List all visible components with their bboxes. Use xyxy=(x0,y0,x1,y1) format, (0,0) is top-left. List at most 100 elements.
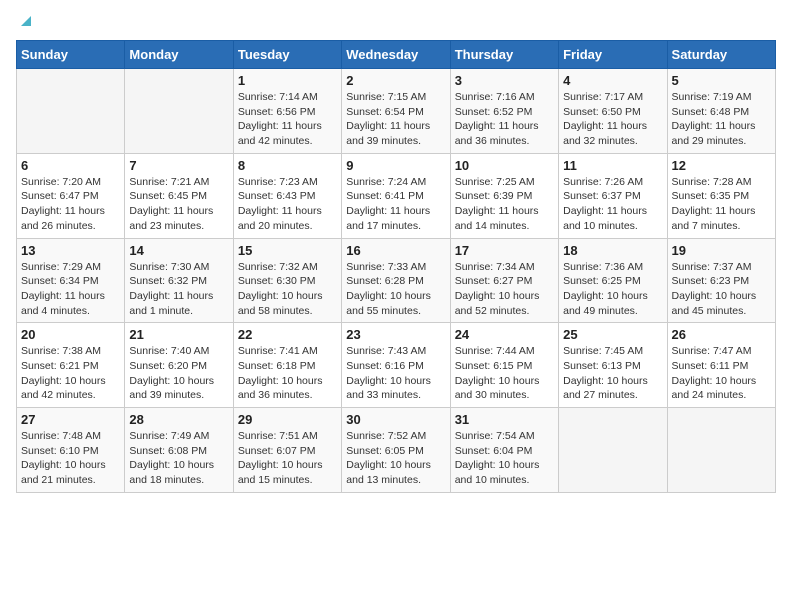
day-info: Sunrise: 7:21 AMSunset: 6:45 PMDaylight:… xyxy=(129,175,228,234)
day-number: 16 xyxy=(346,243,445,258)
day-info: Sunrise: 7:23 AMSunset: 6:43 PMDaylight:… xyxy=(238,175,337,234)
calendar-cell: 3 Sunrise: 7:16 AMSunset: 6:52 PMDaylight… xyxy=(450,69,558,154)
day-info: Sunrise: 7:47 AMSunset: 6:11 PMDaylight:… xyxy=(672,344,771,403)
day-info: Sunrise: 7:19 AMSunset: 6:48 PMDaylight:… xyxy=(672,90,771,149)
day-info: Sunrise: 7:17 AMSunset: 6:50 PMDaylight:… xyxy=(563,90,662,149)
calendar-cell: 9 Sunrise: 7:24 AMSunset: 6:41 PMDaylight… xyxy=(342,153,450,238)
day-info: Sunrise: 7:24 AMSunset: 6:41 PMDaylight:… xyxy=(346,175,445,234)
weekday-header: Wednesday xyxy=(342,41,450,69)
calendar-cell: 28 Sunrise: 7:49 AMSunset: 6:08 PMDayligh… xyxy=(125,408,233,493)
day-number: 7 xyxy=(129,158,228,173)
day-number: 13 xyxy=(21,243,120,258)
logo-triangle-icon xyxy=(17,12,33,28)
day-info: Sunrise: 7:32 AMSunset: 6:30 PMDaylight:… xyxy=(238,260,337,319)
day-info: Sunrise: 7:15 AMSunset: 6:54 PMDaylight:… xyxy=(346,90,445,149)
day-info: Sunrise: 7:29 AMSunset: 6:34 PMDaylight:… xyxy=(21,260,120,319)
day-number: 21 xyxy=(129,327,228,342)
day-info: Sunrise: 7:54 AMSunset: 6:04 PMDaylight:… xyxy=(455,429,554,488)
calendar-cell: 12 Sunrise: 7:28 AMSunset: 6:35 PMDayligh… xyxy=(667,153,775,238)
day-number: 22 xyxy=(238,327,337,342)
day-number: 28 xyxy=(129,412,228,427)
day-info: Sunrise: 7:45 AMSunset: 6:13 PMDaylight:… xyxy=(563,344,662,403)
day-number: 20 xyxy=(21,327,120,342)
day-info: Sunrise: 7:16 AMSunset: 6:52 PMDaylight:… xyxy=(455,90,554,149)
day-info: Sunrise: 7:36 AMSunset: 6:25 PMDaylight:… xyxy=(563,260,662,319)
day-number: 12 xyxy=(672,158,771,173)
calendar-cell: 7 Sunrise: 7:21 AMSunset: 6:45 PMDaylight… xyxy=(125,153,233,238)
calendar-cell: 11Sunrise: 7:26 AMSunset: 6:37 PMDayligh… xyxy=(559,153,667,238)
calendar-cell: 25 Sunrise: 7:45 AMSunset: 6:13 PMDayligh… xyxy=(559,323,667,408)
calendar-cell: 8Sunrise: 7:23 AMSunset: 6:43 PMDaylight… xyxy=(233,153,341,238)
day-number: 4 xyxy=(563,73,662,88)
calendar-cell xyxy=(559,408,667,493)
day-number: 26 xyxy=(672,327,771,342)
day-number: 9 xyxy=(346,158,445,173)
calendar-cell xyxy=(667,408,775,493)
calendar-cell: 30Sunrise: 7:52 AMSunset: 6:05 PMDayligh… xyxy=(342,408,450,493)
calendar-cell: 16 Sunrise: 7:33 AMSunset: 6:28 PMDayligh… xyxy=(342,238,450,323)
day-info: Sunrise: 7:49 AMSunset: 6:08 PMDaylight:… xyxy=(129,429,228,488)
day-number: 3 xyxy=(455,73,554,88)
day-number: 31 xyxy=(455,412,554,427)
weekday-header: Friday xyxy=(559,41,667,69)
day-info: Sunrise: 7:37 AMSunset: 6:23 PMDaylight:… xyxy=(672,260,771,319)
day-info: Sunrise: 7:33 AMSunset: 6:28 PMDaylight:… xyxy=(346,260,445,319)
calendar-cell: 14 Sunrise: 7:30 AMSunset: 6:32 PMDayligh… xyxy=(125,238,233,323)
calendar-cell: 23 Sunrise: 7:43 AMSunset: 6:16 PMDayligh… xyxy=(342,323,450,408)
day-number: 18 xyxy=(563,243,662,258)
weekday-header: Saturday xyxy=(667,41,775,69)
calendar-cell: 17 Sunrise: 7:34 AMSunset: 6:27 PMDayligh… xyxy=(450,238,558,323)
calendar-cell: 20 Sunrise: 7:38 AMSunset: 6:21 PMDayligh… xyxy=(17,323,125,408)
day-number: 17 xyxy=(455,243,554,258)
page-header xyxy=(16,16,776,28)
calendar-cell: 15 Sunrise: 7:32 AMSunset: 6:30 PMDayligh… xyxy=(233,238,341,323)
day-number: 5 xyxy=(672,73,771,88)
day-number: 24 xyxy=(455,327,554,342)
day-number: 6 xyxy=(21,158,120,173)
calendar-cell: 4 Sunrise: 7:17 AMSunset: 6:50 PMDaylight… xyxy=(559,69,667,154)
calendar-header: SundayMondayTuesdayWednesdayThursdayFrid… xyxy=(17,41,776,69)
day-info: Sunrise: 7:34 AMSunset: 6:27 PMDaylight:… xyxy=(455,260,554,319)
day-number: 25 xyxy=(563,327,662,342)
day-info: Sunrise: 7:28 AMSunset: 6:35 PMDaylight:… xyxy=(672,175,771,234)
weekday-header: Thursday xyxy=(450,41,558,69)
day-info: Sunrise: 7:20 AMSunset: 6:47 PMDaylight:… xyxy=(21,175,120,234)
day-info: Sunrise: 7:41 AMSunset: 6:18 PMDaylight:… xyxy=(238,344,337,403)
day-number: 15 xyxy=(238,243,337,258)
day-info: Sunrise: 7:38 AMSunset: 6:21 PMDaylight:… xyxy=(21,344,120,403)
calendar-cell: 31 Sunrise: 7:54 AMSunset: 6:04 PMDayligh… xyxy=(450,408,558,493)
weekday-header: Sunday xyxy=(17,41,125,69)
day-info: Sunrise: 7:14 AMSunset: 6:56 PMDaylight:… xyxy=(238,90,337,149)
calendar-body: 1Sunrise: 7:14 AMSunset: 6:56 PMDaylight… xyxy=(17,69,776,493)
day-info: Sunrise: 7:48 AMSunset: 6:10 PMDaylight:… xyxy=(21,429,120,488)
day-info: Sunrise: 7:30 AMSunset: 6:32 PMDaylight:… xyxy=(129,260,228,319)
day-info: Sunrise: 7:26 AMSunset: 6:37 PMDaylight:… xyxy=(563,175,662,234)
calendar-table: SundayMondayTuesdayWednesdayThursdayFrid… xyxy=(16,40,776,493)
day-number: 30 xyxy=(346,412,445,427)
weekday-header: Monday xyxy=(125,41,233,69)
calendar-cell: 10Sunrise: 7:25 AMSunset: 6:39 PMDayligh… xyxy=(450,153,558,238)
day-number: 23 xyxy=(346,327,445,342)
day-number: 29 xyxy=(238,412,337,427)
calendar-cell: 5 Sunrise: 7:19 AMSunset: 6:48 PMDaylight… xyxy=(667,69,775,154)
day-info: Sunrise: 7:51 AMSunset: 6:07 PMDaylight:… xyxy=(238,429,337,488)
day-number: 27 xyxy=(21,412,120,427)
calendar-cell: 29 Sunrise: 7:51 AMSunset: 6:07 PMDayligh… xyxy=(233,408,341,493)
day-info: Sunrise: 7:44 AMSunset: 6:15 PMDaylight:… xyxy=(455,344,554,403)
calendar-cell: 22 Sunrise: 7:41 AMSunset: 6:18 PMDayligh… xyxy=(233,323,341,408)
day-number: 14 xyxy=(129,243,228,258)
day-info: Sunrise: 7:40 AMSunset: 6:20 PMDaylight:… xyxy=(129,344,228,403)
calendar-cell xyxy=(17,69,125,154)
logo xyxy=(16,16,33,28)
calendar-cell: 21 Sunrise: 7:40 AMSunset: 6:20 PMDayligh… xyxy=(125,323,233,408)
day-info: Sunrise: 7:25 AMSunset: 6:39 PMDaylight:… xyxy=(455,175,554,234)
calendar-cell: 26 Sunrise: 7:47 AMSunset: 6:11 PMDayligh… xyxy=(667,323,775,408)
calendar-cell: 19Sunrise: 7:37 AMSunset: 6:23 PMDayligh… xyxy=(667,238,775,323)
calendar-cell: 1Sunrise: 7:14 AMSunset: 6:56 PMDaylight… xyxy=(233,69,341,154)
day-number: 2 xyxy=(346,73,445,88)
weekday-header: Tuesday xyxy=(233,41,341,69)
calendar-cell: 27 Sunrise: 7:48 AMSunset: 6:10 PMDayligh… xyxy=(17,408,125,493)
calendar-cell: 18 Sunrise: 7:36 AMSunset: 6:25 PMDayligh… xyxy=(559,238,667,323)
calendar-cell xyxy=(125,69,233,154)
day-info: Sunrise: 7:43 AMSunset: 6:16 PMDaylight:… xyxy=(346,344,445,403)
